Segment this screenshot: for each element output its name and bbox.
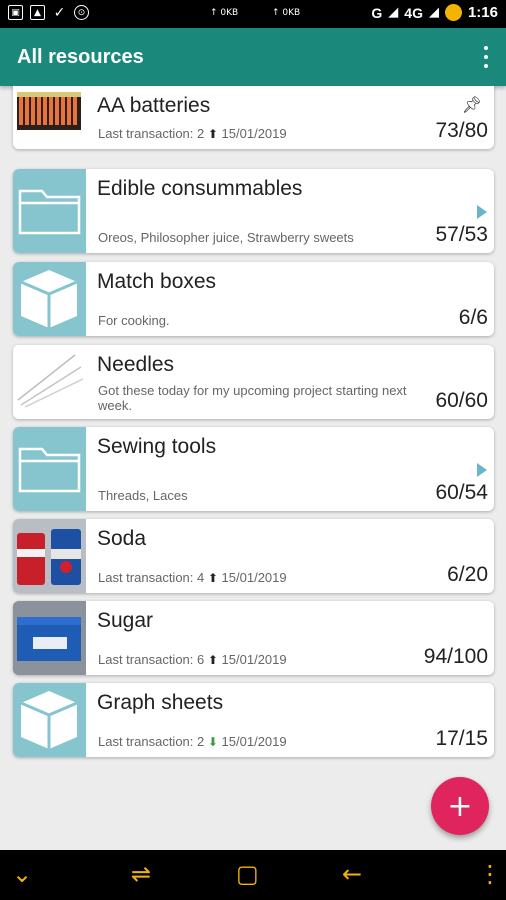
recent-apps-icon[interactable]: ⇌: [131, 860, 151, 888]
back-icon[interactable]: ←: [342, 860, 362, 888]
resource-subtitle: Got these today for my upcoming project …: [98, 383, 407, 413]
notification-icons: ▣ ▲ ✓ ⊙: [8, 4, 89, 21]
resource-card[interactable]: Graph sheets Last transaction: 2 ⬇ 15/01…: [13, 683, 494, 757]
resource-subtitle: Last transaction: 6 ⬆ 15/01/2019: [98, 652, 287, 667]
battery-icon: [444, 4, 462, 21]
shield-icon: ⊙: [74, 5, 89, 20]
signal-icon: ◢: [388, 5, 399, 20]
download-done-icon: ✓: [53, 4, 66, 21]
box-icon: [13, 683, 86, 757]
resource-subtitle: Last transaction: 4 ⬆ 15/01/2019: [98, 570, 287, 585]
resource-subtitle: Last transaction: 2 ⬆ 15/01/2019: [98, 126, 287, 141]
network-type: G: [371, 4, 383, 21]
signal-icon: ◢: [428, 5, 439, 20]
trend-up-icon: ⬆: [207, 127, 218, 141]
resource-card[interactable]: Match boxes For cooking. 6/6: [13, 262, 494, 336]
network-type-2: 4G: [404, 4, 423, 21]
resource-count: 94/100: [423, 645, 488, 668]
resource-subtitle: For cooking.: [98, 313, 170, 328]
expand-arrow-icon[interactable]: [477, 463, 487, 477]
folder-icon: [13, 427, 86, 511]
resource-card[interactable]: Soda Last transaction: 4 ⬆ 15/01/2019 6/…: [13, 519, 494, 593]
resource-card[interactable]: Edible consummables Oreos, Philosopher j…: [13, 169, 494, 253]
status-bar: ▣ ▲ ✓ ⊙ ↑ 0KB ↑ 0KB G ◢ 4G ◢ 1:16: [0, 0, 506, 28]
resource-name: Sewing tools: [97, 435, 217, 458]
resource-count: 60/54: [435, 481, 488, 504]
trend-up-icon: ⬆: [207, 653, 218, 667]
resource-subtitle: Threads, Laces: [98, 488, 188, 503]
overflow-menu-icon[interactable]: [482, 46, 490, 68]
box-icon: [13, 262, 86, 336]
needles-thumbnail: [13, 345, 86, 419]
resource-name: Soda: [97, 527, 147, 550]
app-bar: All resources: [0, 28, 506, 86]
clock: 1:16: [467, 4, 498, 21]
resource-name: Edible consummables: [97, 177, 303, 200]
resource-count: 73/80: [435, 119, 488, 142]
resource-subtitle: Oreos, Philosopher juice, Strawberry swe…: [98, 230, 354, 245]
resource-count: 6/6: [458, 306, 488, 329]
trend-up-icon: ⬆: [207, 571, 218, 585]
resource-card[interactable]: Needles Got these today for my upcoming …: [13, 345, 494, 419]
resource-list: AA batteries 📌︎ Last transaction: 2 ⬆ 15…: [0, 86, 506, 850]
home-icon[interactable]: ▢: [236, 860, 259, 888]
resource-count: 57/53: [435, 223, 488, 246]
resource-name: AA batteries: [97, 94, 211, 117]
trend-down-icon: ⬇: [207, 735, 218, 749]
soda-thumbnail: [13, 519, 86, 593]
resource-card[interactable]: Sugar Last transaction: 6 ⬆ 15/01/2019 9…: [13, 601, 494, 675]
menu-icon[interactable]: ⋮: [478, 860, 502, 888]
resource-card[interactable]: AA batteries 📌︎ Last transaction: 2 ⬆ 15…: [13, 86, 494, 149]
gallery-icon: ▲: [30, 5, 45, 20]
resource-name: Match boxes: [97, 270, 217, 293]
resource-count: 6/20: [447, 563, 488, 586]
image-icon: ▣: [8, 5, 23, 20]
resource-name: Needles: [97, 353, 175, 376]
speed-indicator: ↑ 0KB: [272, 8, 301, 18]
chevron-down-icon[interactable]: ⌄: [12, 860, 32, 888]
batteries-thumbnail: [13, 86, 86, 149]
system-status: G ◢ 4G ◢ 1:16: [371, 4, 498, 21]
expand-arrow-icon[interactable]: [477, 205, 487, 219]
resource-name: Sugar: [97, 609, 154, 632]
navigation-bar: ⌄ ⇌ ▢ ← ⋮: [0, 850, 506, 900]
resource-count: 17/15: [435, 727, 488, 750]
resource-name: Graph sheets: [97, 691, 224, 714]
speed-indicator: ↑ 0KB: [210, 8, 239, 18]
add-resource-button[interactable]: +: [431, 777, 489, 835]
resource-card[interactable]: Sewing tools Threads, Laces 60/54: [13, 427, 494, 511]
resource-subtitle: Last transaction: 2 ⬇ 15/01/2019: [98, 734, 287, 749]
resource-count: 60/60: [435, 389, 488, 412]
folder-icon: [13, 169, 86, 253]
sugar-thumbnail: [13, 601, 86, 675]
pin-icon[interactable]: 📌︎: [462, 95, 482, 114]
page-title: All resources: [17, 46, 144, 68]
